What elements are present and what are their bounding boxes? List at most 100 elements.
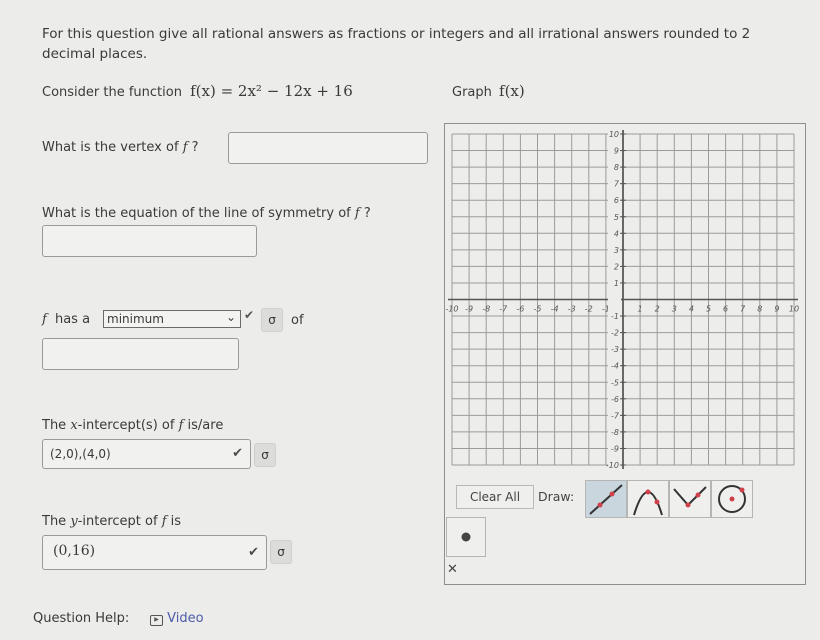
circle-tool-icon: [718, 485, 746, 513]
y-tick-label: 1: [614, 279, 619, 288]
graph-function: f(x): [499, 82, 525, 100]
label-text: -intercept of: [77, 514, 158, 529]
y-tick-label: -10: [606, 461, 619, 470]
close-icon[interactable]: ✕: [447, 562, 458, 577]
function-name: f: [182, 140, 188, 155]
x-tick-label: -3: [568, 305, 576, 314]
y-tick-label: -4: [611, 362, 619, 371]
symmetry-label: What is the equation of the line of symm…: [42, 206, 351, 221]
x-intercept-question: The x-intercept(s) of f is/are: [42, 418, 223, 434]
question-help: Question Help:: [33, 611, 129, 627]
x-tick-label: 9: [774, 305, 779, 314]
y-tick-label: 10: [609, 130, 619, 139]
y-tick-label: -6: [611, 395, 619, 404]
y-tick-label: -7: [611, 411, 620, 420]
symmetry-question: What is the equation of the line of symm…: [42, 206, 371, 222]
x-tick-label: 6: [723, 305, 728, 314]
x-tick-label: -5: [534, 305, 542, 314]
extremum-value-input[interactable]: [42, 338, 239, 370]
math-keyboard-button[interactable]: σ: [254, 443, 276, 467]
parabola-tool-icon: [633, 489, 663, 516]
x-tick-label: 3: [672, 305, 677, 314]
question-mark: ?: [363, 206, 371, 221]
point-tool-icon: [461, 532, 471, 542]
graph-prompt: Graph f(x): [452, 83, 525, 101]
absolute-value-tool-button[interactable]: [669, 480, 711, 518]
question-help-label: Question Help:: [33, 611, 130, 626]
video-link-text: Video: [167, 611, 204, 626]
extremum-selected-value: minimum: [107, 312, 164, 326]
x-tick-label: -10: [445, 305, 458, 314]
math-keyboard-button[interactable]: σ: [261, 308, 283, 332]
y-tick-label: 4: [614, 229, 619, 238]
y-tick-label: -1: [611, 312, 619, 321]
x-tick-label: 5: [706, 305, 711, 314]
clear-all-button[interactable]: Clear All: [456, 485, 534, 509]
draw-label: Draw:: [538, 489, 575, 504]
chevron-down-icon: ⌄: [225, 310, 236, 324]
x-tick-label: -8: [482, 305, 490, 314]
function-name: f: [178, 418, 184, 433]
y-intercept-question: The y-intercept of f is: [42, 514, 181, 530]
sigma-icon: σ: [261, 448, 269, 462]
y-tick-label: 3: [614, 246, 619, 255]
math-keyboard-button[interactable]: σ: [270, 540, 292, 564]
variable-y: y: [70, 514, 78, 529]
of-label: of: [291, 313, 304, 328]
check-icon: ✔: [232, 446, 243, 461]
has-a-label: has a: [54, 312, 91, 327]
point-tool-button[interactable]: [446, 517, 486, 557]
coordinate-grid[interactable]: -10 -9 -8 -7 -6 -5 -4 -3 -2 -1 1 2 3 4 5 6 7 8 9 1010987654…: [444, 123, 806, 473]
y-tick-label: -9: [611, 444, 619, 453]
function-prompt: Consider the function f(x) = 2x² − 12x +…: [42, 83, 353, 101]
x-tick-label: 1: [638, 305, 643, 314]
x-intercept-input[interactable]: (2,0),(4,0) ✔: [42, 439, 251, 469]
y-tick-label: 6: [614, 196, 619, 205]
label-text: The: [42, 514, 67, 529]
video-icon: ▶: [150, 615, 163, 626]
symmetry-input[interactable]: [42, 225, 257, 257]
line-tool-button[interactable]: [585, 480, 627, 518]
extremum-select[interactable]: minimum ⌄: [103, 310, 241, 328]
label-text: is/are: [187, 418, 224, 433]
y-intercept-input[interactable]: (0,16) ✔: [42, 535, 267, 570]
line-tool-icon: [589, 484, 623, 515]
function-formula: f(x) = 2x² − 12x + 16: [190, 82, 353, 100]
y-tick-label: -5: [611, 378, 619, 387]
x-tick-label: 4: [689, 305, 694, 314]
y-intercept-value: (0,16): [53, 543, 96, 559]
x-tick-label: -6: [516, 305, 524, 314]
label-text: -intercept(s) of: [77, 418, 175, 433]
label-text: The: [42, 418, 67, 433]
vertex-label: What is the vertex of: [42, 140, 179, 155]
sigma-icon: σ: [268, 313, 276, 327]
check-icon: ✔: [244, 308, 255, 322]
x-tick-label: 7: [740, 305, 746, 314]
y-tick-label: -2: [611, 329, 619, 338]
instructions-text: For this question give all rational answ…: [42, 26, 751, 62]
x-tick-label: -4: [551, 305, 559, 314]
y-tick-label: 2: [614, 262, 619, 271]
y-tick-label: 5: [614, 213, 619, 222]
label-text: is: [170, 514, 182, 529]
sigma-icon: σ: [277, 545, 285, 559]
function-lead: Consider the function: [42, 85, 182, 100]
parabola-tool-button[interactable]: [627, 480, 669, 518]
extremum-question: f has a: [42, 312, 90, 328]
y-tick-label: -8: [611, 428, 619, 437]
x-tick-label: -7: [499, 305, 508, 314]
vertex-input[interactable]: [228, 132, 428, 164]
y-tick-label: 8: [614, 163, 619, 172]
variable-x: x: [70, 418, 78, 433]
question-mark: ?: [191, 140, 199, 155]
x-tick-label: 10: [789, 305, 799, 314]
x-tick-label: 2: [655, 305, 660, 314]
x-tick-label: -2: [585, 305, 593, 314]
circle-tool-button[interactable]: [711, 480, 753, 518]
x-intercept-value: (2,0),(4,0): [50, 447, 111, 461]
graph-label: Graph: [452, 85, 492, 100]
video-link[interactable]: ▶ Video: [150, 611, 204, 627]
y-tick-label: 9: [614, 147, 619, 156]
check-icon: ✔: [248, 545, 259, 560]
y-tick-label: -3: [611, 345, 619, 354]
